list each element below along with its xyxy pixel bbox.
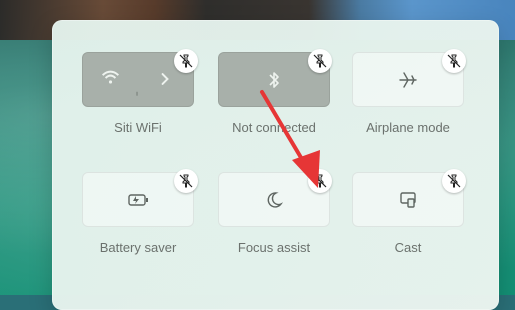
wifi-label: Siti WiFi xyxy=(114,120,162,135)
bluetooth-icon xyxy=(269,71,279,88)
cast-icon xyxy=(400,191,416,208)
airplane-label: Airplane mode xyxy=(366,120,450,135)
airplane-unpin-button[interactable] xyxy=(442,49,466,73)
quick-settings-panel: Siti WiFi Not connected Airplane mode Ba… xyxy=(52,20,499,310)
bluetooth-unpin-button[interactable] xyxy=(308,49,332,73)
focus-assist-label: Focus assist xyxy=(237,240,311,255)
wifi-chevron-icon xyxy=(161,73,169,85)
airplane-icon xyxy=(399,71,417,88)
cast-unpin-button[interactable] xyxy=(442,169,466,193)
unpin-icon xyxy=(313,54,327,68)
cast-label: Cast xyxy=(394,240,422,255)
bluetooth-label: Not connected xyxy=(232,120,316,135)
unpin-icon xyxy=(179,174,193,188)
moon-icon xyxy=(267,191,284,208)
battery-unpin-button[interactable] xyxy=(174,169,198,193)
battery-saver-icon xyxy=(128,193,148,206)
wifi-icon xyxy=(101,70,120,84)
wifi-unpin-button[interactable] xyxy=(174,49,198,73)
battery-saver-label: Battery saver xyxy=(99,240,177,255)
focus-assist-unpin-button[interactable] xyxy=(308,169,332,193)
unpin-icon xyxy=(447,54,461,68)
unpin-icon xyxy=(447,174,461,188)
unpin-icon xyxy=(313,174,327,188)
unpin-icon xyxy=(179,54,193,68)
